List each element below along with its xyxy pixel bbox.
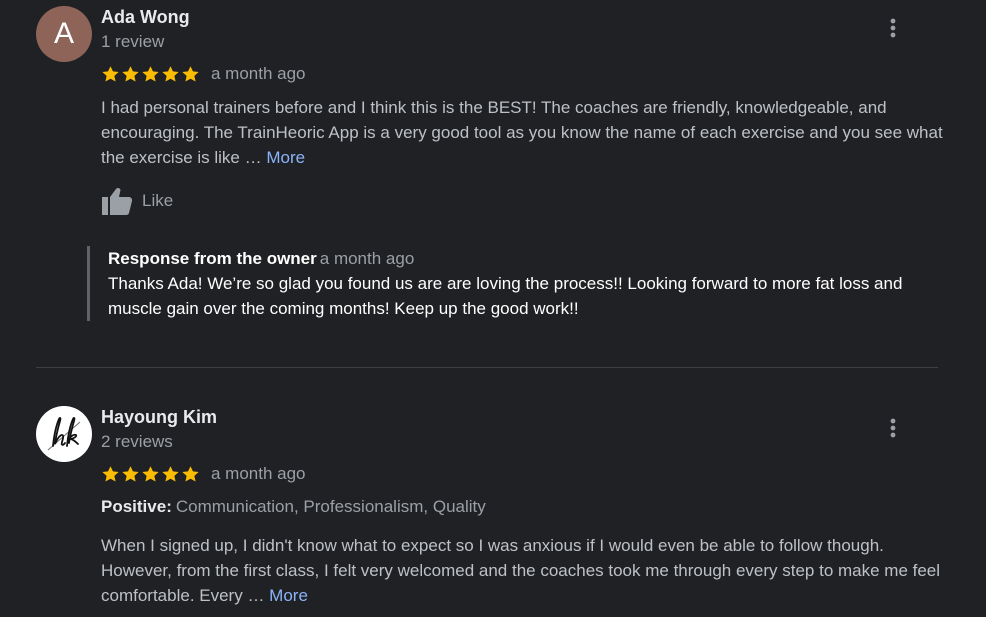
star-icon bbox=[162, 65, 179, 82]
thumbs-up-icon bbox=[102, 187, 133, 215]
hk-logo-icon bbox=[47, 417, 81, 451]
response-date: a month ago bbox=[319, 249, 415, 268]
rating-row: a month ago bbox=[101, 464, 306, 484]
avatar[interactable] bbox=[36, 406, 92, 462]
star-icon bbox=[102, 465, 119, 482]
star-icon bbox=[142, 65, 159, 82]
star-rating bbox=[101, 65, 200, 84]
more-vert-icon bbox=[890, 18, 896, 38]
star-icon bbox=[182, 465, 199, 482]
star-icon bbox=[122, 465, 139, 482]
more-link[interactable]: More bbox=[269, 586, 308, 605]
response-header: Response from the owner a month ago bbox=[108, 246, 968, 271]
review-count[interactable]: 2 reviews bbox=[101, 432, 173, 452]
review-text: I had personal trainers before and I thi… bbox=[101, 95, 951, 170]
review-divider bbox=[36, 367, 938, 368]
star-icon bbox=[102, 65, 119, 82]
avatar-letter: A bbox=[53, 17, 74, 50]
star-icon bbox=[142, 465, 159, 482]
response-text: Thanks Ada! We’re so glad you found us a… bbox=[108, 274, 903, 318]
more-vert-icon bbox=[890, 418, 896, 438]
rating-row: a month ago bbox=[101, 64, 306, 84]
avatar[interactable]: A bbox=[36, 6, 92, 62]
review-count[interactable]: 1 review bbox=[101, 32, 164, 52]
positive-label: Positive: bbox=[101, 497, 172, 516]
star-rating bbox=[101, 465, 200, 484]
reviewer-name[interactable]: Ada Wong bbox=[101, 7, 190, 28]
review-date: a month ago bbox=[211, 464, 306, 483]
star-icon bbox=[162, 465, 179, 482]
review-body: When I signed up, I didn't know what to … bbox=[101, 536, 941, 605]
review-body: I had personal trainers before and I thi… bbox=[101, 98, 943, 167]
response-title: Response from the owner bbox=[108, 249, 317, 268]
reviewer-name[interactable]: Hayoung Kim bbox=[101, 407, 217, 428]
more-link[interactable]: More bbox=[266, 148, 305, 167]
reviews-page: A Ada Wong 1 review a month ago I had pe… bbox=[0, 0, 986, 617]
star-icon bbox=[122, 65, 139, 82]
more-options-button[interactable] bbox=[882, 14, 904, 42]
like-button[interactable]: Like bbox=[101, 186, 173, 216]
star-icon bbox=[182, 65, 199, 82]
positive-values: Communication, Professionalism, Quality bbox=[175, 497, 486, 516]
more-options-button[interactable] bbox=[882, 414, 904, 442]
positive-attributes: Positive: Communication, Professionalism,… bbox=[101, 497, 486, 517]
review-text: When I signed up, I didn't know what to … bbox=[101, 533, 951, 608]
review-date: a month ago bbox=[211, 64, 306, 83]
like-label: Like bbox=[142, 191, 174, 210]
owner-response: Response from the owner a month ago Thank… bbox=[87, 246, 968, 321]
